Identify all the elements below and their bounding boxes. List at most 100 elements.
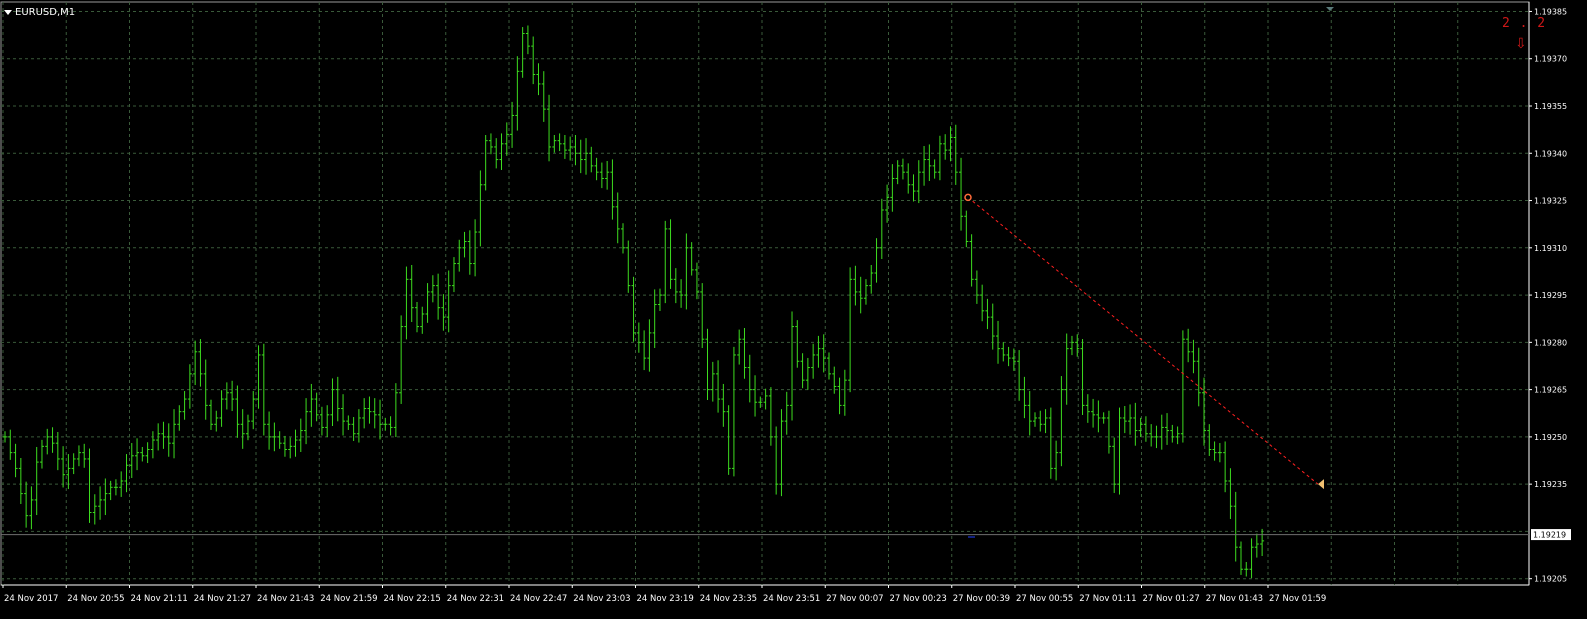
price-axis-labels: 1.193851.193701.193551.193401.193251.193… bbox=[1529, 7, 1567, 584]
symbol-title[interactable]: EURUSD,M1 bbox=[4, 7, 75, 18]
price-bar bbox=[826, 352, 831, 380]
time-label: 24 Nov 20:55 bbox=[67, 594, 124, 604]
price-bar bbox=[351, 417, 356, 441]
trendline-start-marker[interactable] bbox=[964, 193, 972, 202]
price-bar bbox=[383, 417, 388, 431]
time-label: 24 Nov 21:59 bbox=[320, 594, 377, 604]
price-bar bbox=[267, 411, 272, 450]
price-bar bbox=[552, 134, 557, 153]
price-bar bbox=[800, 353, 805, 389]
price-bar bbox=[547, 94, 552, 162]
indicator-ratio-text: 2 . 2 bbox=[1502, 16, 1547, 31]
price-bar bbox=[916, 160, 921, 204]
price-bar bbox=[1175, 426, 1180, 445]
price-bar bbox=[1101, 412, 1106, 424]
chart-window[interactable]: 1.19385 1.19370 1.19355 1.19340 1.19325 1.193… bbox=[0, 0, 1587, 619]
price-bar bbox=[92, 494, 97, 525]
price-bar bbox=[1143, 416, 1148, 442]
price-bar bbox=[451, 257, 456, 293]
price-bar bbox=[1064, 333, 1069, 405]
price-bar bbox=[716, 360, 721, 413]
price-bar bbox=[34, 446, 39, 516]
time-label: 27 Nov 01:43 bbox=[1206, 594, 1263, 604]
price-bar bbox=[900, 158, 905, 180]
price-bar bbox=[541, 71, 546, 122]
price-bar bbox=[499, 133, 504, 170]
price-bar bbox=[631, 276, 636, 342]
price-bar bbox=[341, 394, 346, 436]
time-label: 24 Nov 22:15 bbox=[384, 594, 441, 604]
price-bar bbox=[816, 335, 821, 368]
price-bar bbox=[710, 361, 715, 402]
price-bar bbox=[721, 383, 726, 427]
price-bar bbox=[177, 405, 182, 431]
price-bar bbox=[298, 418, 303, 453]
price-bar bbox=[140, 446, 145, 462]
price-bar bbox=[652, 289, 657, 349]
price-bar bbox=[747, 354, 752, 403]
price-bar bbox=[1217, 443, 1222, 463]
price-label: 1.19340 bbox=[1534, 149, 1567, 158]
price-bar bbox=[573, 134, 578, 166]
shift-marker-icon[interactable] bbox=[1326, 7, 1334, 11]
price-bar bbox=[927, 144, 932, 181]
price-bars bbox=[3, 25, 1265, 579]
current-price-label: 1.19219 bbox=[1533, 531, 1566, 540]
dropdown-triangle-icon[interactable] bbox=[4, 10, 12, 15]
price-bar bbox=[182, 391, 187, 420]
trendline[interactable] bbox=[967, 196, 1319, 485]
price-bar bbox=[1122, 406, 1127, 434]
price-bar bbox=[1069, 335, 1074, 356]
price-bar bbox=[964, 210, 969, 248]
price-bar bbox=[277, 431, 282, 449]
price-bar bbox=[87, 448, 92, 523]
price-bar bbox=[425, 283, 430, 323]
price-bar bbox=[937, 135, 942, 181]
price-bar bbox=[932, 159, 937, 179]
price-bar bbox=[161, 421, 166, 449]
price-bar bbox=[145, 442, 150, 464]
price-bar bbox=[837, 377, 842, 415]
price-bar bbox=[525, 25, 530, 55]
price-bar bbox=[1238, 541, 1243, 575]
price-bar bbox=[584, 138, 589, 175]
price-bar bbox=[1207, 424, 1212, 456]
price-bar bbox=[293, 429, 298, 457]
price-bar bbox=[61, 446, 66, 488]
price-bar bbox=[1249, 538, 1254, 579]
price-bar bbox=[562, 134, 567, 159]
price-bar bbox=[414, 302, 419, 333]
price-label: 1.19265 bbox=[1534, 386, 1567, 395]
price-bar bbox=[911, 174, 916, 202]
price-bar bbox=[478, 170, 483, 247]
price-bar bbox=[330, 378, 335, 427]
price-bar bbox=[879, 198, 884, 259]
price-chart[interactable]: 1.193851.193701.193551.193401.193251.193… bbox=[0, 0, 1587, 619]
price-bar bbox=[1180, 330, 1185, 443]
price-bar bbox=[1017, 350, 1022, 401]
price-bar bbox=[1186, 328, 1191, 363]
price-bar bbox=[1133, 402, 1138, 446]
price-bar bbox=[943, 134, 948, 160]
price-bar bbox=[272, 422, 277, 452]
price-bar bbox=[245, 414, 250, 441]
price-bar bbox=[1233, 491, 1238, 562]
price-bar bbox=[24, 481, 29, 528]
price-bar bbox=[76, 445, 81, 467]
price-bar bbox=[356, 409, 361, 443]
price-bar bbox=[187, 364, 192, 409]
price-bar bbox=[985, 298, 990, 330]
price-bar bbox=[1080, 339, 1085, 415]
price-bar bbox=[3, 431, 7, 443]
price-label: 1.19250 bbox=[1534, 433, 1567, 442]
time-label: 27 Nov 00:55 bbox=[1016, 594, 1073, 604]
price-bar bbox=[515, 56, 520, 131]
price-bar bbox=[1117, 407, 1122, 495]
price-bar bbox=[731, 346, 736, 477]
price-bar bbox=[853, 265, 858, 306]
price-label: 1.19235 bbox=[1534, 480, 1567, 489]
price-bar bbox=[362, 398, 367, 429]
price-bar bbox=[890, 164, 895, 212]
trendline-end-marker[interactable] bbox=[1318, 479, 1324, 490]
price-bar bbox=[193, 340, 198, 386]
